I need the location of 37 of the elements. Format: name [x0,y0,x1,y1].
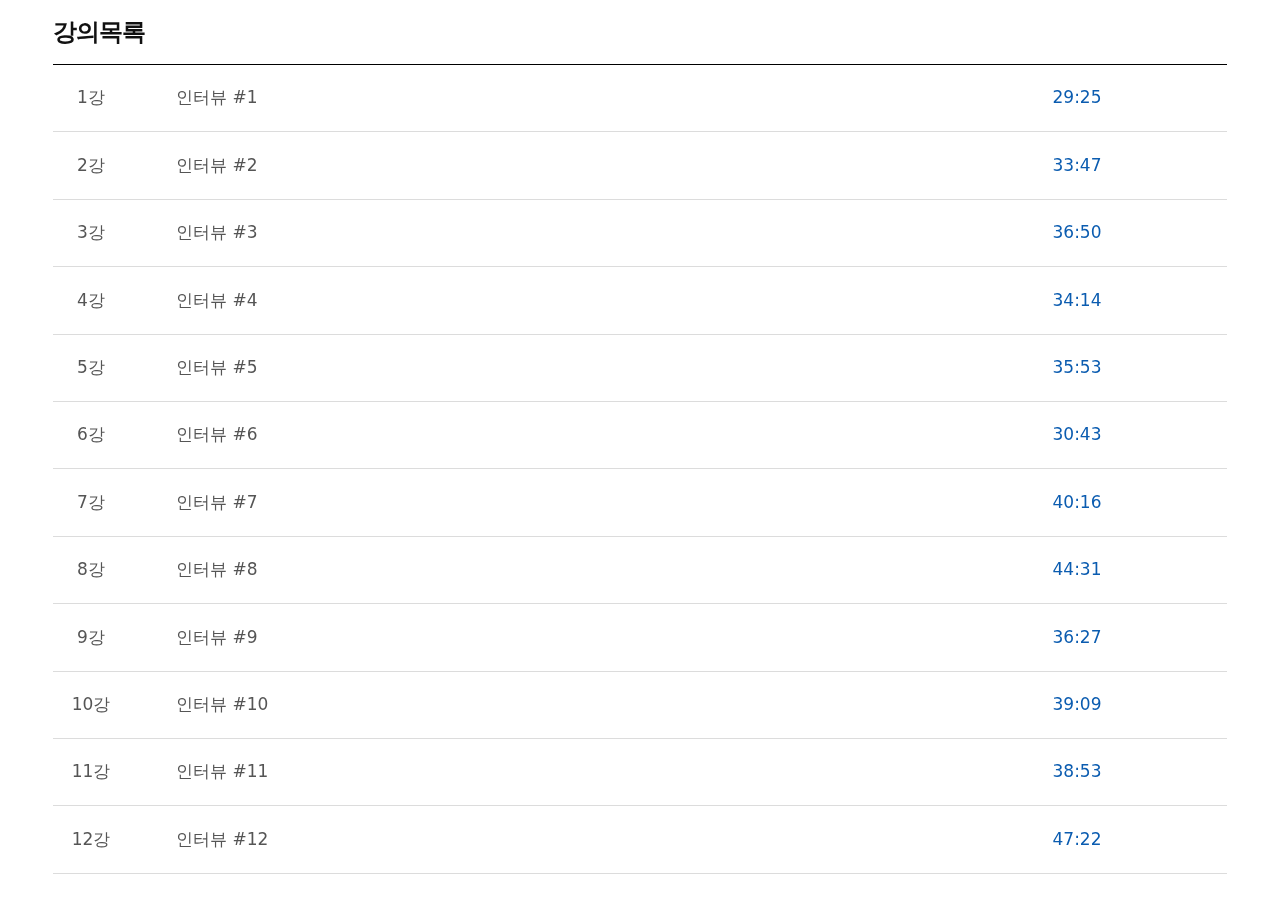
lecture-title: 인터뷰 #1 [176,86,259,110]
lecture-duration: 33:47 [1051,153,1103,177]
lecture-title: 인터뷰 #7 [176,490,259,514]
lecture-duration: 35:53 [1051,356,1103,379]
lecture-number: 6강 [76,423,106,447]
lecture-number: 2강 [76,153,106,177]
lecture-duration: 36:27 [1051,625,1103,649]
lecture-duration: 39:09 [1051,692,1103,716]
lecture-title: 인터뷰 #5 [176,356,259,379]
lecture-duration: 29:25 [1051,86,1103,110]
lecture-title: 인터뷰 #6 [176,423,259,447]
lecture-number: 12강 [70,827,112,851]
lecture-number: 3강 [76,221,106,245]
lecture-title: 인터뷰 #11 [176,760,270,784]
lecture-number: 11강 [70,760,112,784]
lecture-duration: 47:22 [1051,827,1103,851]
lecture-number: 1강 [76,86,106,110]
lecture-duration: 40:16 [1051,490,1103,514]
lecture-title: 인터뷰 #4 [176,288,259,312]
lecture-number: 9강 [76,625,106,649]
lecture-title: 인터뷰 #9 [176,625,259,649]
section-title: 강의목록 [53,17,145,48]
lecture-duration: 36:50 [1051,221,1103,245]
lecture-number: 4강 [76,288,106,312]
lecture-number: 8강 [76,558,106,582]
lecture-title: 인터뷰 #10 [176,692,270,716]
lecture-number: 5강 [76,356,106,379]
lecture-duration: 44:31 [1051,558,1103,582]
lecture-number: 10강 [70,692,112,716]
lecture-title: 인터뷰 #8 [176,558,259,582]
lecture-number: 7강 [76,490,106,514]
lecture-title: 인터뷰 #3 [176,221,259,245]
lecture-duration: 30:43 [1051,423,1103,447]
lecture-title: 인터뷰 #12 [176,827,270,851]
lecture-duration: 34:14 [1051,288,1103,312]
lecture-duration: 38:53 [1051,760,1103,784]
lecture-title: 인터뷰 #2 [176,153,259,177]
